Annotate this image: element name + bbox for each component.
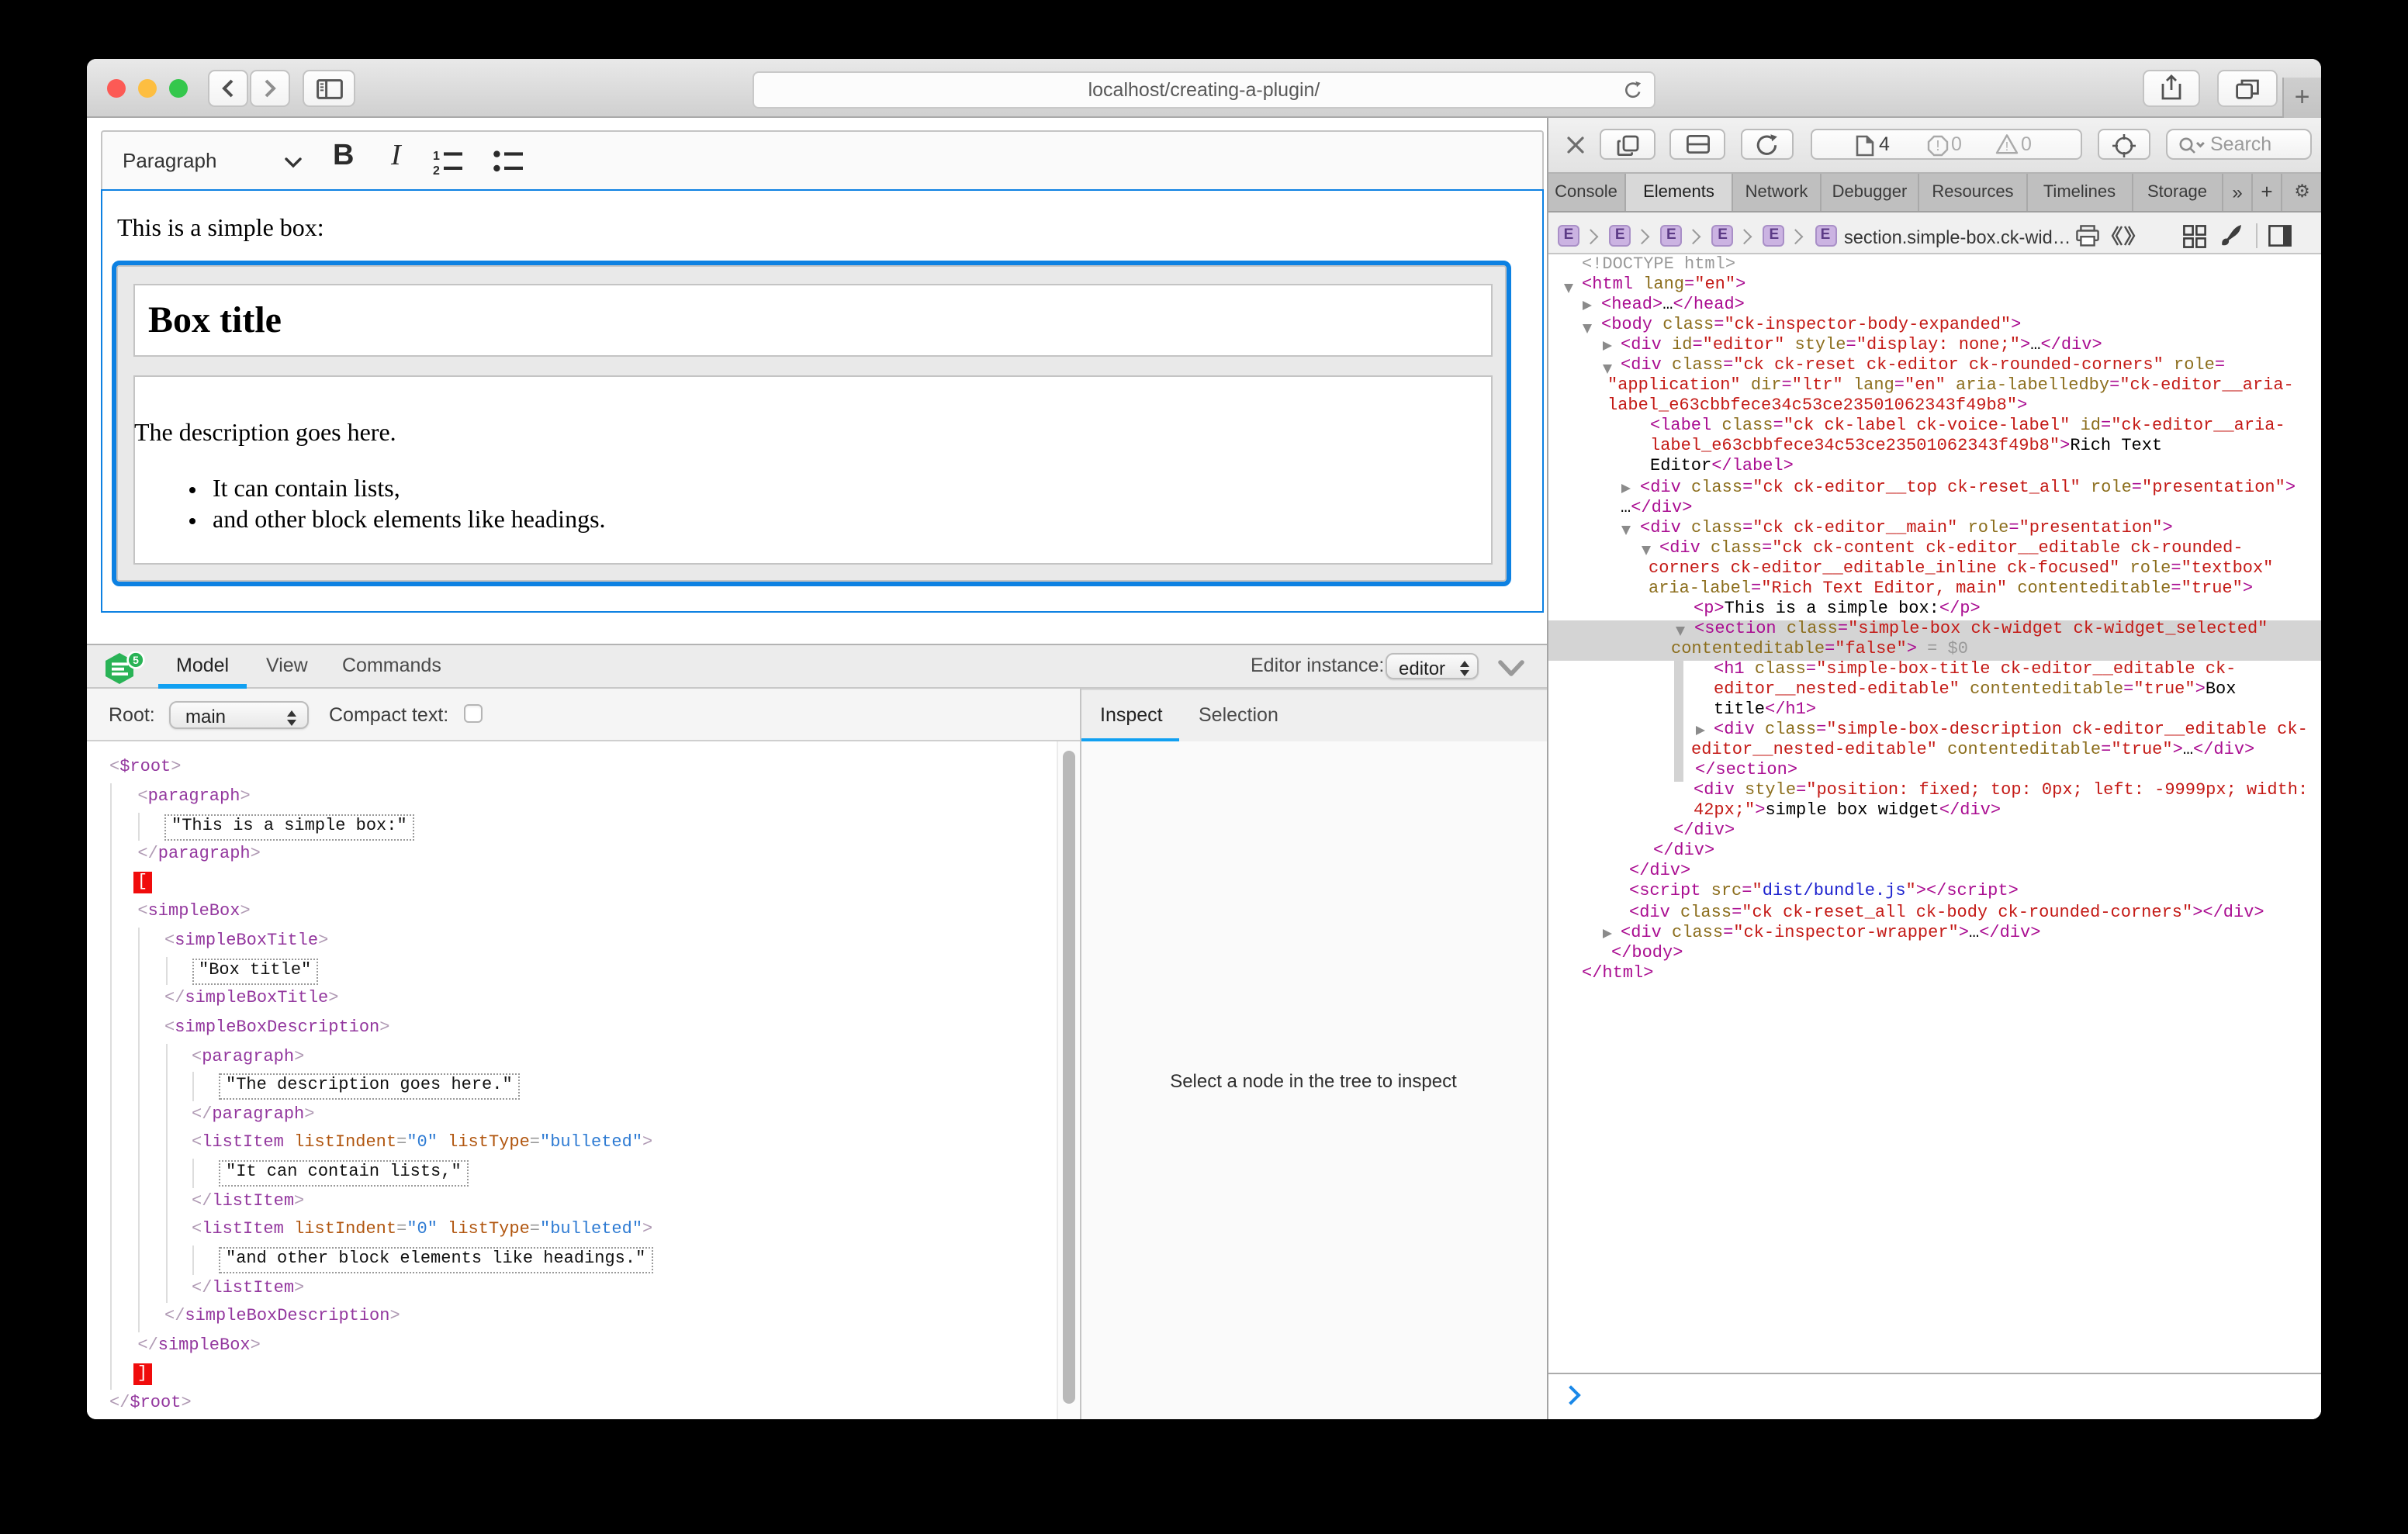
svg-text:!: ! (1935, 137, 1939, 153)
svg-text:2: 2 (432, 164, 439, 176)
svg-text:1: 1 (432, 149, 439, 162)
svg-text:5: 5 (133, 654, 139, 666)
svg-text:!: ! (2005, 140, 2008, 154)
